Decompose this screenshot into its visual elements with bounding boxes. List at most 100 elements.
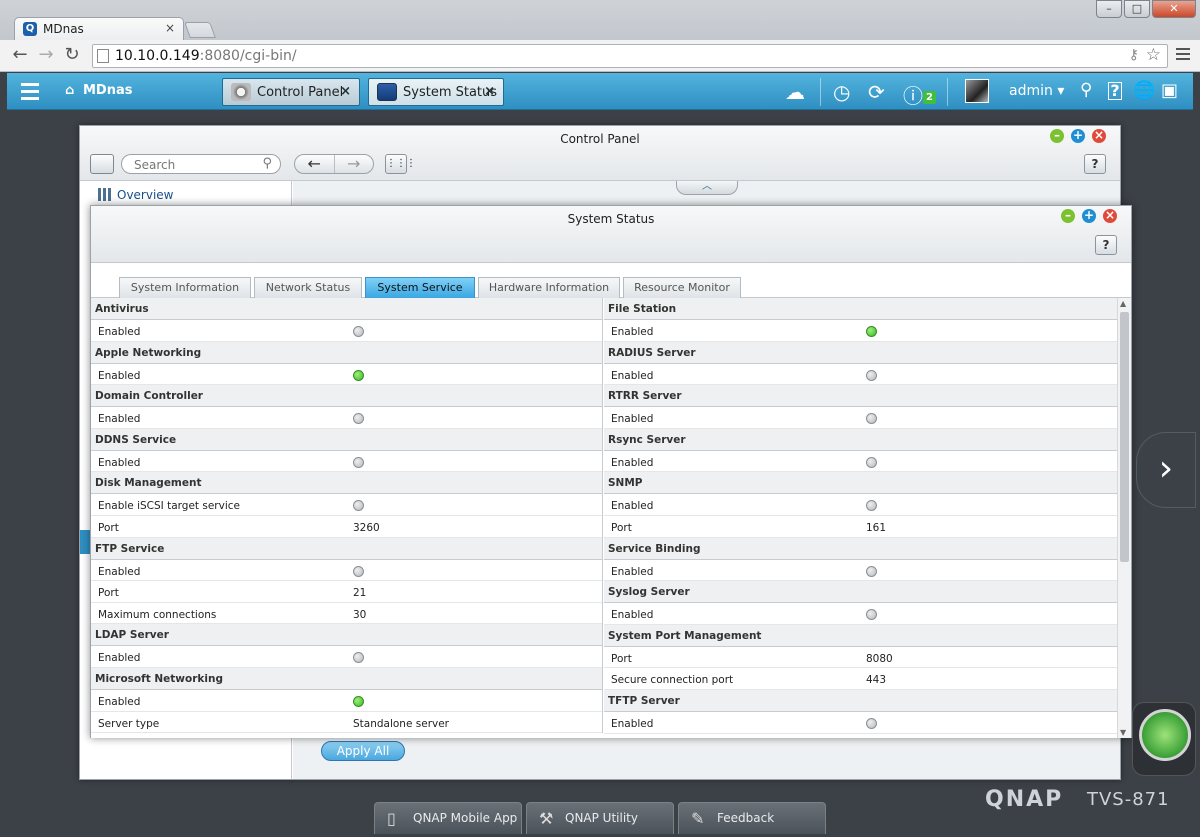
qnap-utility-button[interactable]: ⚒ QNAP Utility: [526, 802, 674, 834]
back-button[interactable]: ←: [295, 155, 334, 173]
maximize-icon[interactable]: +: [1071, 129, 1085, 143]
tab-resource-monitor[interactable]: Resource Monitor: [623, 277, 741, 298]
tab-control-panel[interactable]: Control Panel ×: [222, 78, 360, 106]
maximize-window-button[interactable]: □: [1124, 0, 1150, 18]
next-page-button[interactable]: ›: [1136, 432, 1196, 508]
tab-network-status[interactable]: Network Status: [254, 277, 362, 298]
window-buttons: – + ×: [1061, 209, 1117, 223]
service-row: Enabled: [91, 646, 602, 668]
close-icon[interactable]: ×: [1103, 209, 1117, 223]
service-group-header: RADIUS Server: [604, 341, 1117, 364]
service-row: Enabled: [604, 559, 1117, 582]
service-row-label: Enabled: [611, 500, 654, 513]
key-icon[interactable]: ⚷: [1129, 47, 1139, 63]
service-row: Port 3260: [91, 515, 602, 538]
app-grid-button[interactable]: ⋮⋮⋮: [385, 154, 416, 174]
tab-label: System Status: [403, 85, 498, 100]
tab-system-status[interactable]: System Status ×: [368, 78, 504, 106]
feedback-button[interactable]: ✎ Feedback: [678, 802, 826, 834]
service-row-label: Secure connection port: [611, 674, 734, 687]
collapse-chevron-icon[interactable]: ︿: [676, 181, 738, 195]
service-group-header: Rsync Server: [604, 428, 1117, 451]
close-icon[interactable]: ×: [1092, 129, 1106, 143]
service-row-label: Enabled: [611, 369, 654, 382]
avatar[interactable]: [965, 79, 989, 103]
tab-system-information[interactable]: System Information: [119, 277, 251, 298]
service-row-label: Port: [611, 652, 632, 665]
clock-icon[interactable]: ◷: [833, 80, 850, 104]
status-on-icon: [353, 695, 364, 707]
service-group-header: Syslog Server: [604, 581, 1117, 604]
minimize-window-button[interactable]: –: [1096, 0, 1122, 18]
help-icon[interactable]: ?: [1108, 82, 1122, 100]
scrollbar-thumb[interactable]: [1120, 312, 1129, 562]
browser-menu-icon[interactable]: [1176, 48, 1190, 63]
close-tab-icon[interactable]: ×: [165, 21, 175, 35]
qnap-favicon-icon: Q: [23, 22, 37, 36]
service-row-label: Enabled: [98, 695, 141, 708]
dashboard-gauge-button[interactable]: [1132, 702, 1196, 776]
help-button[interactable]: ?: [1095, 235, 1117, 255]
vertical-scrollbar[interactable]: ▲ ▼: [1117, 298, 1131, 738]
service-group-header: Domain Controller: [91, 385, 602, 408]
sidebar-toggle-button[interactable]: [90, 154, 114, 174]
address-bar[interactable]: 10.10.0.149:8080/cgi-bin/ ⚷ ☆: [92, 44, 1168, 68]
browser-tab-title: MDnas: [43, 22, 84, 36]
sync-icon[interactable]: ⟳: [868, 80, 885, 104]
service-row: Enable iSCSI target service: [91, 494, 602, 516]
qnap-mobile-app-button[interactable]: ▯ QNAP Mobile App: [374, 802, 522, 834]
globe-icon[interactable]: 🌐: [1133, 80, 1155, 101]
search-icon[interactable]: ⚲: [1080, 80, 1092, 100]
tab-hardware-information[interactable]: Hardware Information: [478, 277, 620, 298]
help-button[interactable]: ?: [1084, 154, 1106, 174]
service-row-label: Port: [98, 587, 119, 600]
scroll-down-icon[interactable]: ▼: [1120, 728, 1126, 737]
service-row: Enabled: [91, 363, 602, 386]
service-row-label: Port: [98, 521, 119, 534]
scroll-up-icon[interactable]: ▲: [1120, 299, 1126, 308]
cloud-icon[interactable]: ☁: [785, 80, 805, 104]
service-row-label: Enabled: [611, 413, 654, 426]
sidebar-item-overview[interactable]: Overview: [98, 188, 174, 202]
desktop-icon[interactable]: ▣: [1161, 80, 1178, 101]
service-row-label: Enabled: [98, 652, 141, 665]
info-icon[interactable]: ⓘ: [903, 80, 923, 109]
service-row-label: Enabled: [611, 456, 654, 469]
forward-arrow-icon[interactable]: →: [36, 45, 56, 65]
service-column-right: File Station Enabled RADIUS Server Enabled R…: [604, 298, 1117, 734]
qnap-logo: QNAP: [985, 787, 1064, 812]
service-row: Enabled: [604, 407, 1117, 429]
close-tab-icon[interactable]: ×: [484, 84, 495, 99]
service-row: Enabled: [604, 603, 1117, 625]
close-window-button[interactable]: ✕: [1152, 0, 1196, 18]
minimize-icon[interactable]: –: [1050, 129, 1064, 143]
control-panel-titlebar: Control Panel – + × Search ⚲ ← → ⋮⋮⋮ ?: [80, 126, 1120, 181]
search-icon: ⚲: [262, 156, 272, 171]
qts-top-bar: ⌂ MDnas Control Panel × System Status × ☁…: [7, 73, 1193, 110]
user-menu[interactable]: admin ▾: [1009, 83, 1064, 99]
apply-all-button[interactable]: Apply All: [321, 741, 405, 761]
status-off-icon: [866, 565, 877, 577]
bookmark-star-icon[interactable]: ☆: [1146, 45, 1161, 65]
service-row-label: Enabled: [611, 717, 654, 730]
forward-button[interactable]: →: [333, 155, 374, 173]
tab-system-service[interactable]: System Service: [365, 277, 475, 298]
search-input[interactable]: Search ⚲: [121, 154, 281, 174]
service-row-label: Server type: [98, 717, 160, 730]
divider: [947, 78, 948, 106]
new-tab-button[interactable]: [184, 22, 216, 38]
maximize-icon[interactable]: +: [1082, 209, 1096, 223]
model-name: TVS-871: [1087, 789, 1170, 810]
back-arrow-icon[interactable]: ←: [10, 45, 30, 65]
reload-icon[interactable]: ↻: [62, 45, 82, 65]
service-row: Server type Standalone server: [91, 711, 602, 734]
home-button[interactable]: ⌂ MDnas: [65, 83, 133, 98]
service-row: Maximum connections 30: [91, 602, 602, 625]
minimize-icon[interactable]: –: [1061, 209, 1075, 223]
main-menu-icon[interactable]: [21, 83, 39, 104]
close-tab-icon[interactable]: ×: [340, 84, 351, 99]
service-row-label: Enabled: [98, 326, 141, 338]
service-row: Enabled: [91, 450, 602, 473]
browser-tab[interactable]: Q MDnas ×: [14, 17, 184, 40]
service-row: Port 161: [604, 515, 1117, 538]
